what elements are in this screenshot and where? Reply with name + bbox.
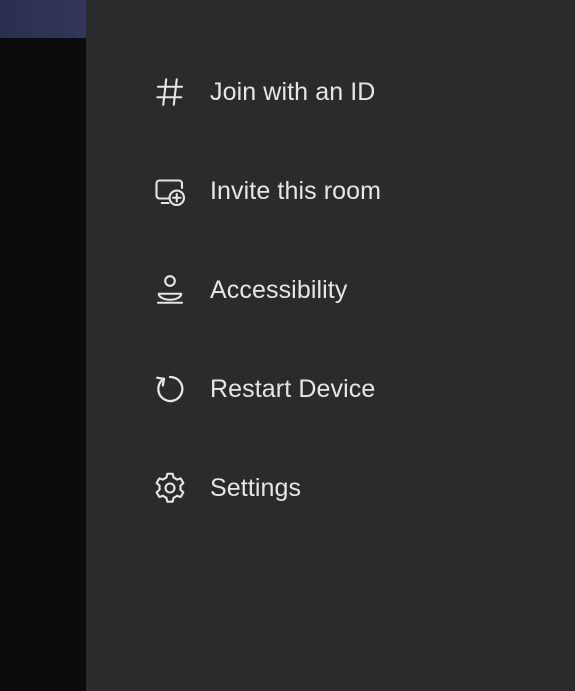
- background-area: [0, 0, 86, 691]
- screen: Join with an ID Invite this room Accessi…: [0, 0, 575, 691]
- menu-item-label: Join with an ID: [210, 77, 376, 106]
- menu-item-label: Accessibility: [210, 275, 348, 304]
- gear-icon: [150, 468, 190, 508]
- menu-item-accessibility[interactable]: Accessibility: [86, 258, 575, 322]
- hash-icon: [150, 72, 190, 112]
- menu-item-join-with-id[interactable]: Join with an ID: [86, 60, 575, 124]
- invite-device-icon: [150, 171, 190, 211]
- menu-item-invite-room[interactable]: Invite this room: [86, 159, 575, 223]
- accessibility-icon: [150, 270, 190, 310]
- restart-icon: [150, 369, 190, 409]
- menu-item-label: Invite this room: [210, 176, 382, 205]
- menu-item-settings[interactable]: Settings: [86, 456, 575, 520]
- menu-item-label: Settings: [210, 473, 302, 502]
- background-top-bar: [0, 0, 86, 38]
- menu-item-label: Restart Device: [210, 374, 376, 403]
- side-menu-panel: Join with an ID Invite this room Accessi…: [86, 0, 575, 691]
- menu-item-restart-device[interactable]: Restart Device: [86, 357, 575, 421]
